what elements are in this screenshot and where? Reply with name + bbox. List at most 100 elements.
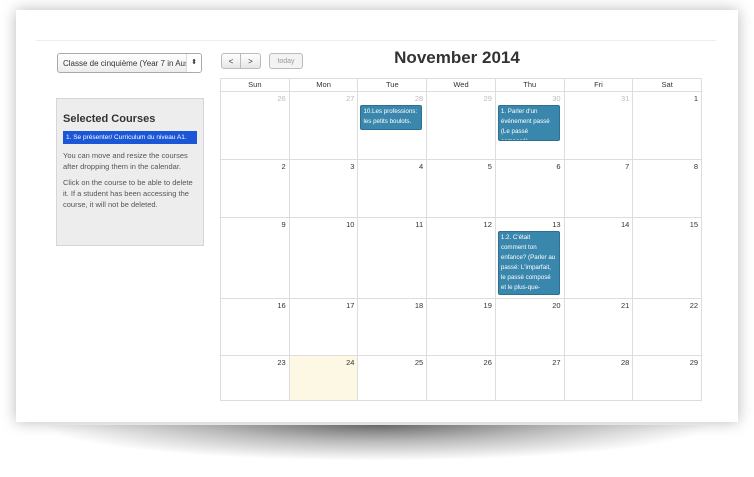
help-text-move: You can move and resize the courses afte… xyxy=(63,151,188,171)
weekday-sun: Sun xyxy=(248,80,262,89)
app-window: Classe de cinquième (Year 7 in Aus ⬍ Sel… xyxy=(16,10,738,422)
day-cell[interactable]: 27 xyxy=(494,356,564,400)
day-number: 27 xyxy=(552,358,561,367)
day-number: 16 xyxy=(277,301,286,310)
prev-month-button[interactable]: < xyxy=(221,53,241,69)
day-cell[interactable]: 14 xyxy=(563,218,633,298)
day-number: 14 xyxy=(620,220,630,229)
day-cell[interactable]: 2 xyxy=(221,160,289,217)
day-cell[interactable]: 21 xyxy=(563,299,633,355)
day-number: 11 xyxy=(415,220,424,229)
day-number: 15 xyxy=(689,220,699,229)
selected-courses-title: Selected Courses xyxy=(63,113,156,125)
day-cell[interactable]: 23 xyxy=(221,356,289,400)
day-cell[interactable]: 25 xyxy=(357,356,426,400)
day-cell[interactable]: 13 1.2. C'était comment ton enfance? (Pa… xyxy=(494,218,564,298)
weekday-header: Sun Mon Tue Wed Thu Fri Sat xyxy=(221,79,701,92)
day-cell[interactable]: 12 xyxy=(426,218,495,298)
day-cell[interactable]: 17 xyxy=(288,299,358,355)
help-text-delete: Click on the course to be able to delete… xyxy=(63,178,193,209)
day-cell[interactable]: 19 xyxy=(426,299,495,355)
day-cell[interactable]: 31 xyxy=(563,92,633,159)
day-cell[interactable]: 30 1. Parler d'un événement passé (Le pa… xyxy=(494,92,564,159)
day-cell[interactable]: 28 xyxy=(563,356,633,400)
day-number: 19 xyxy=(483,301,492,310)
course-event[interactable]: 10.Les professions: les petits boulots. xyxy=(360,105,423,130)
day-number: 18 xyxy=(414,301,424,310)
top-divider xyxy=(36,40,716,41)
day-cell[interactable]: 9 xyxy=(221,218,289,298)
course-event[interactable]: 1.2. C'était comment ton enfance? (Parle… xyxy=(497,231,560,295)
day-number: 12 xyxy=(483,220,492,229)
day-number: 24 xyxy=(346,358,355,367)
selected-course-item[interactable]: 1. Se présenter/ Curriculum du niveau A1… xyxy=(63,131,197,144)
day-cell[interactable]: 26 xyxy=(221,92,289,159)
day-number: 29 xyxy=(689,358,699,367)
day-number: 25 xyxy=(414,358,424,367)
day-number: 22 xyxy=(689,301,699,310)
weekday-tue: Tue xyxy=(357,79,426,91)
day-cell[interactable]: 5 xyxy=(426,160,495,217)
weekday-mon: Mon xyxy=(288,79,358,91)
day-number: 26 xyxy=(483,358,492,367)
day-number: 29 xyxy=(483,94,492,103)
today-cell[interactable]: 24 xyxy=(288,356,358,400)
day-number: 7 xyxy=(625,162,630,171)
day-number: 21 xyxy=(620,301,630,310)
day-cell[interactable]: 1 xyxy=(632,92,701,159)
weekday-thu: Thu xyxy=(494,79,564,91)
day-number: 13 xyxy=(552,220,561,229)
day-number: 26 xyxy=(277,94,286,103)
month-calendar: Sun Mon Tue Wed Thu Fri Sat 26 27 28 10.… xyxy=(220,78,702,401)
day-cell[interactable]: 8 xyxy=(632,160,701,217)
next-month-button[interactable]: > xyxy=(241,53,261,69)
week-row: 23 24 25 26 27 28 29 xyxy=(221,356,701,400)
week-row: 26 27 28 10.Les professions: les petits … xyxy=(221,92,701,160)
day-cell[interactable]: 20 xyxy=(494,299,564,355)
day-cell[interactable]: 4 xyxy=(357,160,426,217)
week-row: 2 3 4 5 6 7 8 xyxy=(221,160,701,218)
select-caret-icon: ⬍ xyxy=(186,54,201,72)
day-number: 9 xyxy=(281,220,286,229)
day-number: 20 xyxy=(552,301,561,310)
day-number: 28 xyxy=(620,358,630,367)
day-number: 2 xyxy=(281,162,286,171)
day-cell[interactable]: 26 xyxy=(426,356,495,400)
day-cell[interactable]: 16 xyxy=(221,299,289,355)
weekday-sat: Sat xyxy=(632,79,701,91)
day-number: 27 xyxy=(346,94,355,103)
class-select-value: Classe de cinquième (Year 7 in Aus xyxy=(63,59,189,68)
day-number: 6 xyxy=(556,162,561,171)
day-cell[interactable]: 3 xyxy=(288,160,358,217)
day-cell[interactable]: 11 xyxy=(357,218,426,298)
weekday-fri: Fri xyxy=(563,79,633,91)
today-button[interactable]: today xyxy=(269,53,303,69)
week-row: 16 17 18 19 20 21 22 xyxy=(221,299,701,356)
selected-courses-panel: Selected Courses 1. Se présenter/ Curric… xyxy=(56,98,204,246)
day-number: 23 xyxy=(277,358,286,367)
day-number: 17 xyxy=(346,301,355,310)
weekday-wed: Wed xyxy=(426,79,495,91)
page-floor-shadow xyxy=(40,425,714,461)
class-select[interactable]: Classe de cinquième (Year 7 in Aus ⬍ xyxy=(57,53,202,73)
day-number: 30 xyxy=(552,94,561,103)
day-cell[interactable]: 15 xyxy=(632,218,701,298)
day-number: 1 xyxy=(693,94,699,103)
day-cell[interactable]: 27 xyxy=(288,92,358,159)
course-event[interactable]: 1. Parler d'un événement passé (Le passé… xyxy=(497,105,560,141)
day-number: 8 xyxy=(693,162,699,171)
day-cell[interactable]: 18 xyxy=(357,299,426,355)
day-number: 31 xyxy=(620,94,630,103)
day-number: 5 xyxy=(487,162,492,171)
day-number: 10 xyxy=(346,220,355,229)
day-cell[interactable]: 29 xyxy=(632,356,701,400)
day-cell[interactable]: 28 10.Les professions: les petits boulot… xyxy=(357,92,426,159)
day-number: 3 xyxy=(350,162,355,171)
day-cell[interactable]: 7 xyxy=(563,160,633,217)
day-cell[interactable]: 10 xyxy=(288,218,358,298)
day-cell[interactable]: 6 xyxy=(494,160,564,217)
day-cell[interactable]: 29 xyxy=(426,92,495,159)
day-cell[interactable]: 22 xyxy=(632,299,701,355)
day-number: 4 xyxy=(418,162,424,171)
calendar-title: November 2014 xyxy=(394,48,520,67)
